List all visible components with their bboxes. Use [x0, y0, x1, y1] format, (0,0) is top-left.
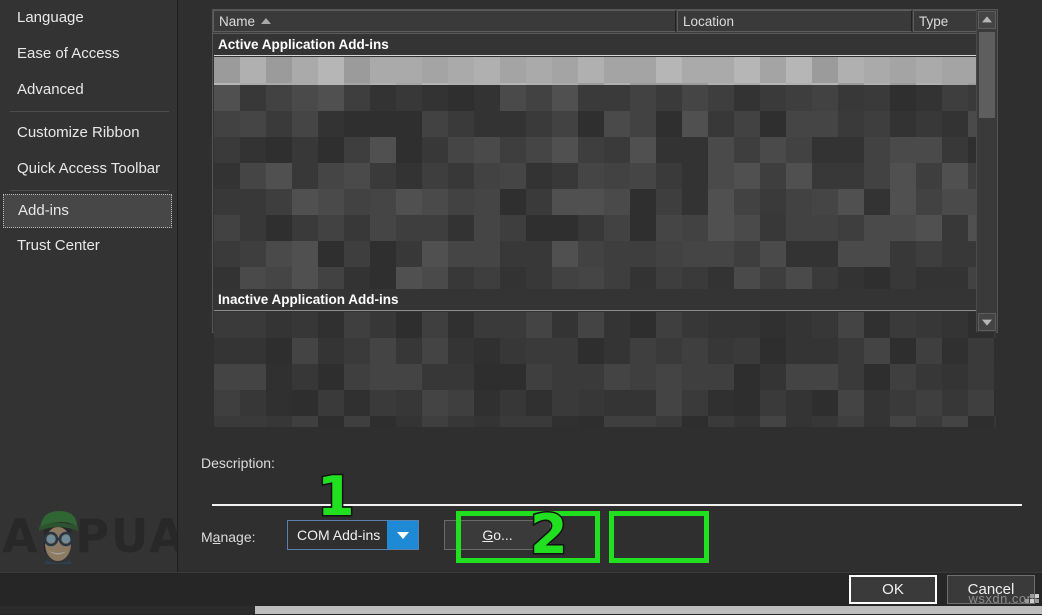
- column-header-label: Name: [219, 14, 256, 29]
- listbox-vertical-scrollbar[interactable]: [976, 10, 997, 332]
- sidebar-item-label: Quick Access Toolbar: [17, 160, 161, 177]
- options-dialog: Language Ease of Access Advanced Customi…: [0, 0, 1042, 615]
- annotation-number-2: 2: [529, 503, 570, 566]
- sidebar-item-label: Advanced: [17, 81, 84, 98]
- column-header-name[interactable]: Name: [213, 10, 676, 32]
- sidebar-item-language[interactable]: Language: [0, 0, 177, 36]
- scrollbar-thumb[interactable]: [979, 32, 995, 118]
- addins-column-header-row: Name Location Type: [213, 10, 997, 34]
- manage-label: Manage:: [201, 529, 256, 545]
- sidebar-divider: [10, 190, 169, 191]
- column-header-label: Location: [683, 14, 735, 29]
- sidebar-item-trust-center[interactable]: Trust Center: [0, 228, 177, 264]
- sidebar-item-quick-access-toolbar[interactable]: Quick Access Toolbar: [0, 151, 177, 187]
- sidebar-item-add-ins[interactable]: Add-ins: [3, 194, 172, 228]
- table-rows-inactive-censored[interactable]: [214, 312, 996, 427]
- sidebar-item-ease-of-access[interactable]: Ease of Access: [0, 36, 177, 72]
- table-rows-active-censored[interactable]: [214, 85, 996, 289]
- group-header-inactive-application-addins: Inactive Application Add-ins: [214, 289, 996, 311]
- sidebar-item-advanced[interactable]: Advanced: [0, 72, 177, 108]
- sidebar-item-label: Ease of Access: [17, 45, 120, 62]
- group-header-label: Active Application Add-ins: [218, 37, 389, 52]
- wsxdn-dots-icon: [1025, 594, 1039, 603]
- sidebar-item-label: Add-ins: [18, 202, 69, 219]
- scroll-up-arrow-icon[interactable]: [978, 11, 996, 29]
- options-sidebar: Language Ease of Access Advanced Customi…: [0, 0, 178, 572]
- table-row-selected[interactable]: [214, 57, 996, 85]
- manage-label-suffix: nage:: [220, 529, 256, 545]
- go-button-accel: G: [482, 527, 494, 543]
- window-horizontal-scrollbar[interactable]: [0, 606, 1042, 614]
- sidebar-item-label: Trust Center: [17, 237, 100, 254]
- sidebar-divider: [10, 111, 169, 112]
- group-header-label: Inactive Application Add-ins: [218, 292, 399, 307]
- go-button-label: o...: [493, 527, 513, 543]
- sort-ascending-triangle-icon: [261, 18, 272, 24]
- manage-combobox-value: COM Add-ins: [297, 527, 381, 543]
- scroll-down-arrow-icon[interactable]: [978, 313, 996, 331]
- sidebar-item-label: Language: [17, 9, 84, 26]
- cancel-button[interactable]: Cancel: [947, 575, 1035, 604]
- chevron-down-icon[interactable]: [387, 521, 418, 549]
- annotation-box-2: [609, 511, 709, 563]
- sidebar-item-label: Customize Ribbon: [17, 124, 140, 141]
- manage-label-prefix: M: [201, 529, 213, 545]
- group-header-active-application-addins: Active Application Add-ins: [214, 34, 996, 56]
- scrollbar-thumb[interactable]: [0, 606, 255, 614]
- addins-pane: Name Location Type Active Application Ad…: [179, 0, 1042, 572]
- column-header-location[interactable]: Location: [677, 10, 912, 32]
- description-label: Description:: [201, 455, 275, 471]
- annotation-number-1: 1: [316, 465, 357, 528]
- column-header-label: Type: [919, 14, 949, 29]
- addins-listbox[interactable]: Name Location Type Active Application Ad…: [212, 9, 998, 427]
- ok-button[interactable]: OK: [849, 575, 937, 604]
- sidebar-item-customize-ribbon[interactable]: Customize Ribbon: [0, 115, 177, 151]
